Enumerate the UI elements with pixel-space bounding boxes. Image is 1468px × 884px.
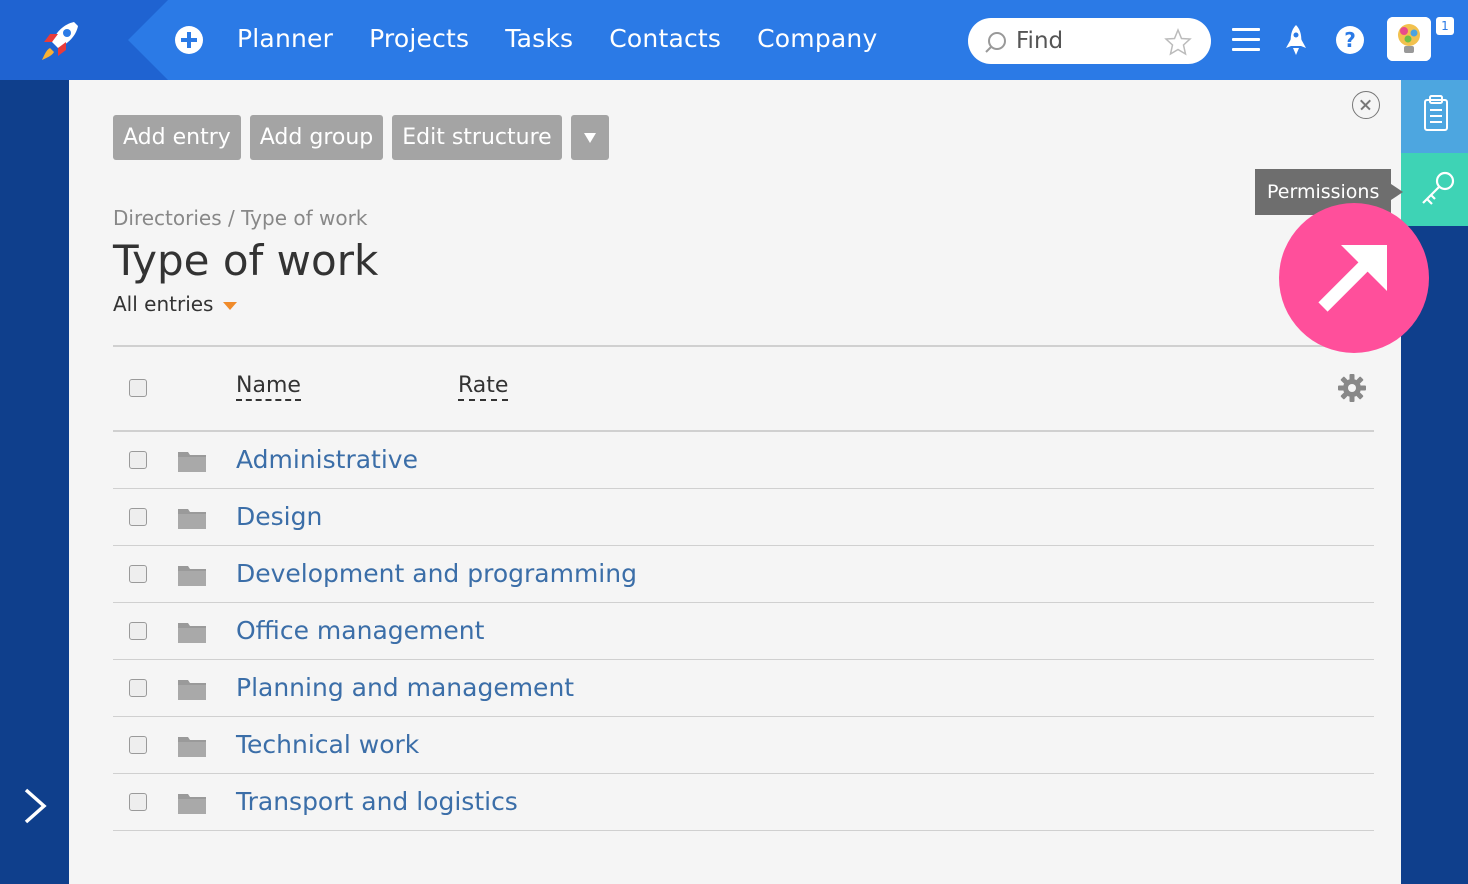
row-link[interactable]: Office management bbox=[236, 616, 484, 645]
nav-contacts[interactable]: Contacts bbox=[609, 24, 721, 53]
row-checkbox[interactable] bbox=[129, 679, 147, 697]
menu-icon[interactable] bbox=[1232, 28, 1260, 52]
folder-icon bbox=[178, 623, 206, 643]
column-name-header[interactable]: Name bbox=[236, 373, 301, 401]
table-row: Transport and logistics bbox=[113, 774, 1374, 831]
breadcrumb-separator: / bbox=[221, 206, 242, 230]
nav-company[interactable]: Company bbox=[757, 24, 877, 53]
column-rate-header[interactable]: Rate bbox=[458, 373, 509, 401]
caret-down-icon bbox=[223, 301, 238, 310]
page-title: Type of work bbox=[113, 236, 379, 285]
clipboard-tab[interactable] bbox=[1401, 80, 1468, 153]
gear-icon[interactable] bbox=[1337, 373, 1367, 403]
row-checkbox[interactable] bbox=[129, 565, 147, 583]
folder-icon bbox=[178, 452, 206, 472]
folder-icon bbox=[178, 737, 206, 757]
row-checkbox[interactable] bbox=[129, 622, 147, 640]
select-all-checkbox[interactable] bbox=[129, 379, 147, 397]
row-checkbox[interactable] bbox=[129, 736, 147, 754]
row-link[interactable]: Planning and management bbox=[236, 673, 574, 702]
breadcrumb: Directories / Type of work bbox=[113, 206, 367, 230]
help-icon[interactable]: ? bbox=[1336, 26, 1364, 54]
folder-icon bbox=[178, 566, 206, 586]
toolbar: Add entry Add group Edit structure bbox=[113, 115, 609, 160]
row-link[interactable]: Transport and logistics bbox=[236, 787, 518, 816]
add-group-button[interactable]: Add group bbox=[249, 115, 384, 160]
table-row: Planning and management bbox=[113, 660, 1374, 717]
avatar-image bbox=[1387, 17, 1431, 61]
table-row: Administrative bbox=[113, 432, 1374, 489]
more-actions-dropdown[interactable] bbox=[570, 115, 609, 160]
nav-tasks[interactable]: Tasks bbox=[505, 24, 573, 53]
breadcrumb-current: Type of work bbox=[241, 206, 368, 230]
table-row: Development and programming bbox=[113, 546, 1374, 603]
table-row: Design bbox=[113, 489, 1374, 546]
entries-table: Name Rate Administrative Design Developm… bbox=[113, 345, 1374, 831]
table-row: Technical work bbox=[113, 717, 1374, 774]
row-link[interactable]: Technical work bbox=[236, 730, 419, 759]
breadcrumb-directories[interactable]: Directories bbox=[113, 206, 222, 230]
star-icon[interactable] bbox=[1164, 28, 1192, 56]
main-nav: Planner Projects Tasks Contacts Company bbox=[237, 24, 877, 53]
add-icon[interactable] bbox=[175, 26, 203, 54]
pointer-highlight bbox=[1279, 203, 1429, 353]
row-checkbox[interactable] bbox=[129, 793, 147, 811]
nav-planner[interactable]: Planner bbox=[237, 24, 333, 53]
search-box bbox=[968, 18, 1211, 64]
row-link[interactable]: Design bbox=[236, 502, 322, 531]
row-link[interactable]: Administrative bbox=[236, 445, 418, 474]
top-bar: Planner Projects Tasks Contacts Company … bbox=[0, 0, 1468, 80]
table-row: Office management bbox=[113, 603, 1374, 660]
close-icon[interactable] bbox=[1352, 91, 1380, 119]
rocket-icon[interactable] bbox=[1282, 24, 1310, 56]
logo-block bbox=[0, 0, 168, 80]
filter-dropdown[interactable]: All entries bbox=[113, 292, 238, 316]
folder-icon bbox=[178, 509, 206, 529]
main-panel: Add entry Add group Edit structure Direc… bbox=[69, 80, 1401, 884]
nav-projects[interactable]: Projects bbox=[369, 24, 469, 53]
search-input[interactable] bbox=[1016, 26, 1156, 56]
folder-icon bbox=[178, 680, 206, 700]
row-link[interactable]: Development and programming bbox=[236, 559, 637, 588]
avatar[interactable] bbox=[1387, 17, 1431, 61]
expand-sidebar-icon[interactable] bbox=[20, 786, 50, 826]
folder-icon bbox=[178, 794, 206, 814]
clipboard-icon bbox=[1424, 95, 1448, 131]
add-entry-button[interactable]: Add entry bbox=[113, 115, 241, 160]
table-header: Name Rate bbox=[113, 345, 1374, 432]
rocket-logo-icon[interactable] bbox=[34, 16, 84, 66]
row-checkbox[interactable] bbox=[129, 451, 147, 469]
edit-structure-button[interactable]: Edit structure bbox=[392, 115, 562, 160]
search-icon bbox=[985, 32, 1006, 53]
arrow-up-right-icon bbox=[1318, 245, 1387, 312]
notification-badge[interactable]: 1 bbox=[1436, 17, 1454, 35]
filter-label: All entries bbox=[113, 292, 214, 316]
row-checkbox[interactable] bbox=[129, 508, 147, 526]
